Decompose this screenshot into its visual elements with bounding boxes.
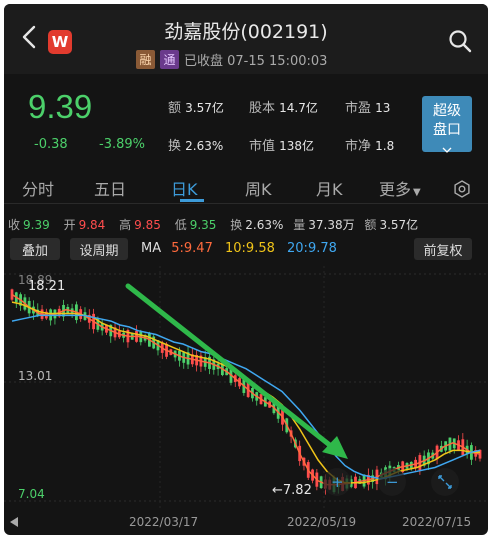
tab-intraday[interactable]: 分时 (22, 176, 54, 200)
chevron-down-icon (442, 147, 452, 153)
ma20-value: 20:9.78 (287, 241, 337, 256)
kline-chart[interactable]: 18.89 18.21 13.01 7.04 ←7.82 + − (4, 266, 488, 511)
super-button-line1: 超级 (433, 103, 461, 119)
close-value: 9.39 (23, 218, 50, 232)
connect-badge: 通 (160, 49, 179, 69)
turnover-value: 2.63% (245, 218, 284, 232)
active-tab-indicator (180, 199, 204, 202)
open-label: 开 (63, 218, 76, 232)
forward-adjust-button[interactable]: 前复权 (414, 238, 472, 260)
close-label: 收 (8, 218, 21, 232)
tab-monthly-k[interactable]: 月K (316, 176, 343, 200)
volume-value: 37.38万 (308, 218, 355, 232)
super-button-line2: 盘口 (433, 122, 461, 138)
pe-stat: 市盈 13 (345, 97, 390, 116)
header: W 劲嘉股份(002191) 融 通 已收盘 07-15 15:00:03 (4, 4, 488, 74)
max-price-label: 18.21 (28, 279, 65, 294)
pb-label: 市净 (345, 139, 372, 154)
super-order-book-button[interactable]: 超级 盘口 (422, 96, 472, 153)
page-title: 劲嘉股份(002191) (164, 21, 328, 43)
set-period-button[interactable]: 设周期 (70, 238, 128, 260)
turnover-label: 换 (230, 218, 243, 232)
min-price-label: ←7.82 (272, 483, 312, 498)
trend-arrow-shaft (125, 283, 339, 453)
high-label: 高 (119, 218, 132, 232)
caret-down-icon: ▼ (413, 187, 421, 198)
settings-icon[interactable] (453, 180, 471, 198)
equity-value: 14.7亿 (279, 101, 318, 115)
tab-daily-k[interactable]: 日K (171, 176, 198, 200)
price-change-percent: -3.89% (99, 137, 145, 152)
ma5-value: 5:9.47 (171, 241, 213, 256)
tab-more[interactable]: 更多 ▼ (379, 176, 421, 200)
margin-trading-badge: 融 (136, 49, 155, 69)
period-tabs: 分时 五日 日K 周K 月K 更多 ▼ (4, 168, 488, 204)
y-tick-low: 7.04 (18, 487, 45, 501)
turnover-value: 2.63% (185, 139, 224, 153)
amount-label: 额 (168, 101, 182, 116)
series-line-ma20 (11, 314, 481, 480)
status-row: 融 通 已收盘 07-15 15:00:03 (136, 48, 327, 70)
x-tick-1: 2022/03/17 (129, 515, 199, 529)
market-cap-value: 138亿 (279, 139, 315, 153)
amount-value: 3.57亿 (379, 218, 419, 232)
ohlc-stats: 收 9.39 开 9.84 高 9.85 低 9.35 换 2.63% 量 37.38万 额… (8, 216, 421, 233)
search-icon[interactable] (448, 29, 472, 53)
minus-icon: − (386, 473, 399, 491)
turnover-label: 换 (168, 139, 182, 154)
tab-weekly-k[interactable]: 周K (245, 176, 272, 200)
zoom-in-button[interactable]: + (323, 468, 351, 496)
price-change: -0.38 (34, 137, 68, 152)
market-status: 已收盘 07-15 15:00:03 (184, 53, 328, 69)
low-value: 9.35 (189, 218, 217, 232)
pe-value: 13 (375, 101, 391, 115)
series-line-ma10 (11, 301, 480, 484)
tab-more-label: 更多 (379, 180, 412, 199)
pb-stat: 市净 1.8 (345, 135, 394, 154)
min-price-value: 7.82 (283, 483, 312, 498)
date-axis: 2022/03/17 2022/05/19 2022/07/15 (4, 511, 488, 535)
scroll-left-icon[interactable] (10, 517, 18, 527)
volume-label: 量 (293, 218, 306, 232)
open-value: 9.84 (78, 218, 106, 232)
market-cap-stat: 市值 138亿 (249, 135, 314, 154)
last-price: 9.39 (28, 88, 93, 125)
x-tick-2: 2022/05/19 (287, 515, 357, 529)
plus-icon: + (331, 473, 344, 491)
equity-label: 股本 (249, 101, 276, 116)
y-tick-mid: 13.01 (18, 369, 52, 383)
ma-lines (11, 293, 481, 486)
amount-stat: 额 3.57亿 (168, 97, 224, 116)
ma-label: MA (141, 241, 162, 256)
amount-label: 额 (364, 218, 377, 232)
pb-value: 1.8 (375, 139, 395, 153)
pe-label: 市盈 (345, 101, 372, 116)
low-label: 低 (174, 218, 187, 232)
ma-legend: MA 5:9.47 10:9.58 20:9.78 (141, 241, 337, 256)
equity-stat: 股本 14.7亿 (249, 97, 318, 116)
amount-value: 3.57亿 (185, 101, 224, 115)
fullscreen-button[interactable] (431, 468, 459, 496)
overlay-button[interactable]: 叠加 (10, 238, 60, 260)
series-line-ma5 (11, 293, 481, 486)
tab-five-day[interactable]: 五日 (94, 176, 126, 200)
high-value: 9.85 (134, 218, 161, 232)
app-screen: W 劲嘉股份(002191) 融 通 已收盘 07-15 15:00:03 9.… (4, 4, 488, 535)
turnover-stat: 换 2.63% (168, 135, 223, 154)
market-cap-label: 市值 (249, 139, 276, 154)
ma10-value: 10:9.58 (225, 241, 275, 256)
zoom-out-button[interactable]: − (378, 468, 406, 496)
x-tick-3: 2022/07/15 (402, 515, 472, 529)
candlestick-series (10, 288, 482, 495)
